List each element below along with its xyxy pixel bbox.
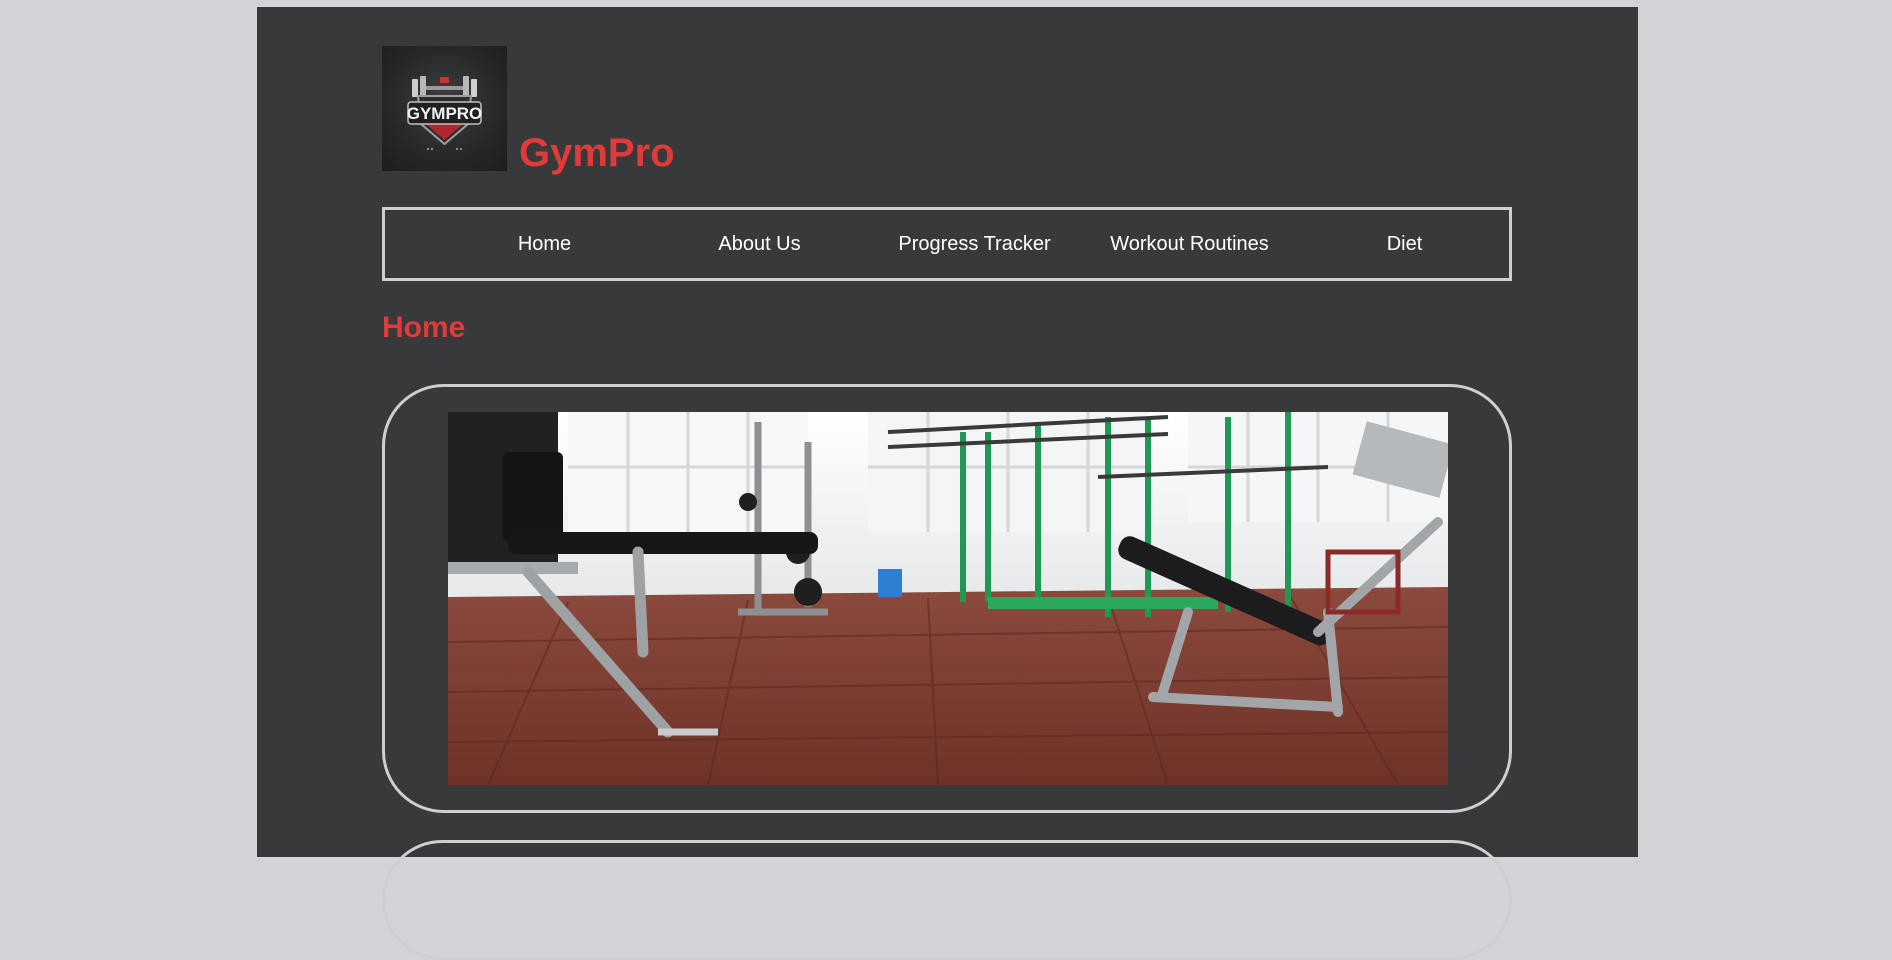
hero-card	[382, 384, 1512, 813]
svg-text:GYMPRO: GYMPRO	[407, 104, 483, 123]
nav-item-about-us[interactable]: About Us	[652, 210, 867, 278]
page-title: Home	[382, 311, 466, 344]
site-header: GYMPRO GymPro	[382, 46, 1512, 175]
nav-item-progress-tracker[interactable]: Progress Tracker	[867, 210, 1082, 278]
page-container: GYMPRO GymPro Home About Us Progress Tra…	[257, 7, 1638, 960]
nav-item-home[interactable]: Home	[437, 210, 652, 278]
site-title: GymPro	[519, 131, 675, 175]
nav-item-diet[interactable]: Diet	[1297, 210, 1512, 278]
gym-hero-image	[448, 412, 1448, 785]
nav-item-workout-routines[interactable]: Workout Routines	[1082, 210, 1297, 278]
dumbbell-shield-icon: GYMPRO	[407, 76, 483, 151]
gympro-logo[interactable]: GYMPRO	[382, 46, 507, 171]
main-nav: Home About Us Progress Tracker Workout R…	[382, 207, 1512, 281]
content-card	[382, 840, 1512, 960]
gym-interior-illustration	[448, 412, 1448, 785]
content: GYMPRO GymPro Home About Us Progress Tra…	[382, 46, 1512, 960]
